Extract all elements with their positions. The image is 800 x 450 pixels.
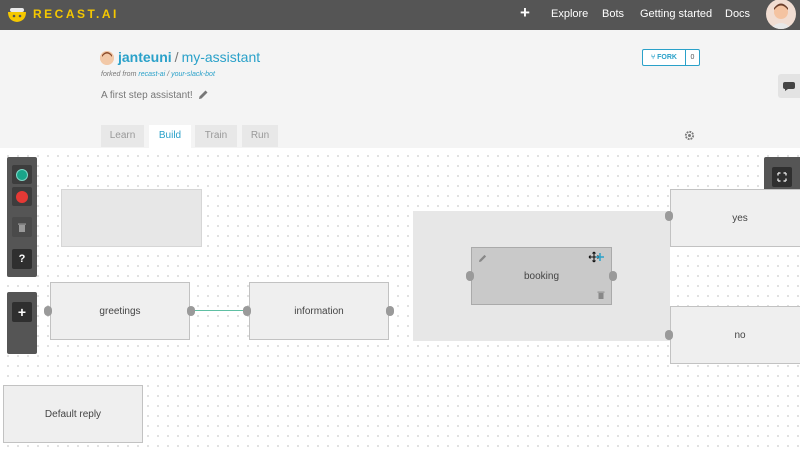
tab-run[interactable]: Run	[242, 125, 278, 147]
plus-icon[interactable]: +	[520, 3, 530, 23]
edit-pencil-icon[interactable]	[478, 253, 488, 263]
nav-docs[interactable]: Docs	[725, 8, 750, 20]
booking-input-port[interactable]	[466, 271, 474, 281]
pencil-icon[interactable]	[198, 89, 209, 100]
node-default-reply[interactable]: Default reply	[3, 385, 143, 443]
owner-face-icon	[100, 51, 114, 65]
node-information-label: information	[294, 305, 344, 317]
node-greetings[interactable]: greetings	[50, 282, 190, 340]
tab-build[interactable]: Build	[149, 125, 191, 148]
red-color-dot	[16, 190, 28, 203]
green-color-dot	[16, 168, 28, 181]
recast-logo-icon[interactable]	[6, 4, 28, 24]
delete-tool-button[interactable]	[12, 217, 32, 237]
add-node-button[interactable]: +	[12, 302, 32, 322]
forked-separator: /	[167, 71, 170, 78]
nav-bots[interactable]: Bots	[602, 8, 624, 20]
add-node-panel: +	[7, 292, 37, 354]
owner-avatar	[100, 51, 114, 65]
move-cursor-icon	[588, 251, 604, 263]
node-information[interactable]: information	[249, 282, 389, 340]
empty-node-group[interactable]	[61, 189, 202, 247]
expand-icon	[777, 172, 787, 182]
color-swatch-green[interactable]	[12, 165, 32, 184]
repo-title: janteuni / my-assistant	[118, 49, 260, 65]
help-button[interactable]: ?	[12, 249, 32, 269]
fit-view-button[interactable]	[772, 167, 792, 187]
no-input-port[interactable]	[665, 330, 673, 340]
repo-owner-link[interactable]: janteuni	[118, 49, 172, 65]
node-booking-label: booking	[523, 270, 560, 282]
node-yes-label: yes	[732, 212, 748, 224]
tab-learn[interactable]: Learn	[101, 125, 144, 147]
brand-name[interactable]: RECAST.AI	[33, 7, 119, 21]
node-no-label: no	[734, 329, 746, 341]
repo-separator: /	[174, 49, 179, 65]
fork-button[interactable]: ⑂ FORK	[642, 49, 686, 66]
chat-bubble-icon	[783, 82, 795, 91]
flow-connector	[193, 310, 245, 311]
information-output-port[interactable]	[386, 306, 394, 316]
trash-icon	[18, 223, 26, 232]
fork-count: 0	[686, 49, 700, 66]
information-input-port[interactable]	[243, 306, 251, 316]
fork-label: FORK	[657, 54, 677, 61]
chat-button[interactable]	[778, 74, 800, 98]
bot-description: A first step assistant!	[101, 90, 193, 101]
forked-owner-link[interactable]: recast-ai	[138, 71, 165, 78]
gear-icon[interactable]	[684, 130, 695, 141]
yes-input-port[interactable]	[665, 211, 673, 221]
greetings-input-port[interactable]	[44, 306, 52, 316]
canvas-toolbar: ?	[7, 157, 37, 277]
node-default-reply-label: Default reply	[44, 408, 102, 420]
repo-name-link[interactable]: my-assistant	[182, 49, 261, 65]
nav-getting-started[interactable]: Getting started	[640, 8, 712, 20]
node-greetings-label: greetings	[99, 305, 141, 317]
node-yes[interactable]: yes	[670, 189, 800, 247]
booking-output-port[interactable]	[609, 271, 617, 281]
forked-prefix: forked from	[101, 71, 137, 78]
avatar-face-icon	[770, 3, 792, 29]
greetings-output-port[interactable]	[187, 306, 195, 316]
forked-repo-link[interactable]: your-slack-bot	[171, 71, 215, 78]
tab-train[interactable]: Train	[195, 125, 237, 147]
node-no[interactable]: no	[670, 306, 800, 364]
nav-explore[interactable]: Explore	[551, 8, 588, 20]
delete-node-icon[interactable]	[596, 290, 606, 300]
top-navigation: RECAST.AI + Explore Bots Getting started…	[0, 0, 800, 30]
user-avatar[interactable]	[766, 0, 796, 29]
forked-from: forked from recast-ai / your-slack-bot	[101, 71, 215, 78]
color-swatch-red[interactable]	[12, 187, 32, 206]
